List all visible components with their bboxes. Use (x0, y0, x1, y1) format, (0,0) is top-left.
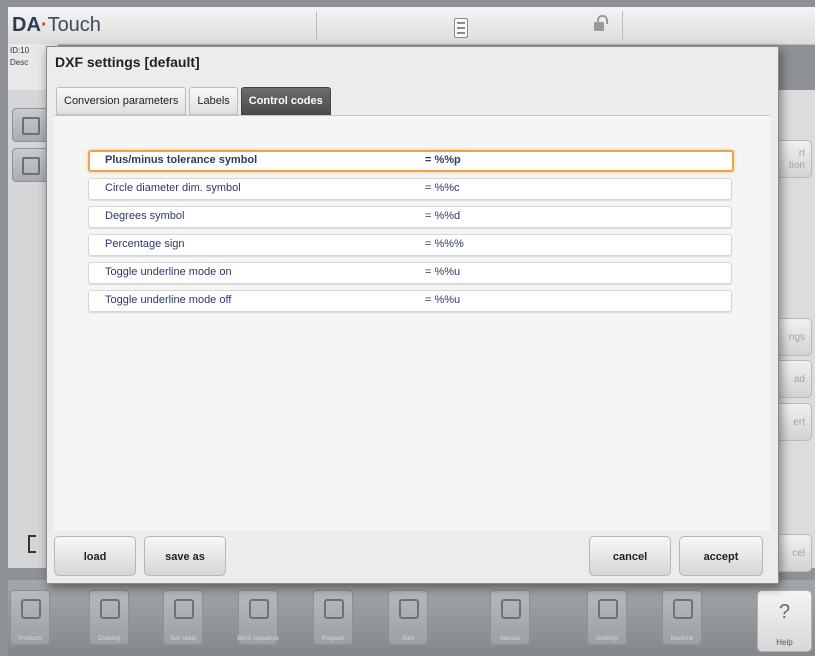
save-as-button[interactable]: save as (144, 536, 226, 576)
toolbar-program[interactable]: Program (313, 590, 353, 645)
hand-icon (501, 599, 521, 619)
settings-list-icon (598, 599, 618, 619)
question-mark-icon: ? (778, 601, 791, 623)
toolbar-auto[interactable]: Auto (388, 590, 428, 645)
dialog-tabs: Conversion parameters Labels Control cod… (56, 87, 331, 115)
list-item-circle-diameter-symbol[interactable]: Circle diameter dim. symbol = %%c (88, 178, 732, 200)
calculator-icon[interactable] (454, 18, 468, 38)
toolbar-tool-setup[interactable]: Tool setup (163, 590, 203, 645)
top-bar-divider (316, 11, 317, 41)
bracket-icon (28, 535, 36, 553)
top-bar: DA·Touch (8, 7, 815, 45)
id-label: ID:10 (10, 46, 30, 55)
list-item-underline-off[interactable]: Toggle underline mode off = %%u (88, 290, 732, 312)
control-codes-panel: Plus/minus tolerance symbol = %%p Circle… (54, 115, 770, 531)
pencil-icon (100, 599, 120, 619)
load-button[interactable]: load (54, 536, 136, 576)
da-touch-logo: DA·Touch (12, 14, 101, 36)
tab-labels[interactable]: Labels (189, 87, 238, 115)
toolbar-bend-sequence[interactable]: Bend sequence (237, 590, 279, 645)
view-3d-button[interactable] (12, 148, 48, 182)
bend-sequence-icon (249, 599, 269, 619)
top-bar-divider (622, 11, 623, 41)
desc-label: Desc (10, 58, 29, 67)
toolbar-products[interactable]: Products (10, 590, 50, 645)
view-2d-button[interactable] (12, 108, 48, 142)
tool-setup-icon (174, 599, 194, 619)
folder-icon (21, 599, 41, 619)
toolbar-manual[interactable]: Manual (490, 590, 530, 645)
list-item-plus-minus-symbol[interactable]: Plus/minus tolerance symbol = %%p (88, 150, 734, 172)
program-icon (324, 599, 344, 619)
cancel-button[interactable]: cancel (589, 536, 671, 576)
machine-icon (673, 599, 693, 619)
unlocked-padlock-icon[interactable] (594, 15, 608, 31)
list-item-percentage-sign[interactable]: Percentage sign = %%% (88, 234, 732, 256)
list-item-underline-on[interactable]: Toggle underline mode on = %%u (88, 262, 732, 284)
toolbar-machine[interactable]: Machine (662, 590, 702, 645)
list-item-degrees-symbol[interactable]: Degrees symbol = %%d (88, 206, 732, 228)
toolbar-drawing[interactable]: Drawing (89, 590, 129, 645)
accept-button[interactable]: accept (679, 536, 763, 576)
dxf-settings-dialog: DXF settings [default] Conversion parame… (46, 46, 779, 584)
tab-conversion-parameters[interactable]: Conversion parameters (56, 87, 187, 115)
help-button[interactable]: ? Help (757, 590, 812, 652)
toolbar-settings[interactable]: Settings (587, 590, 627, 645)
tab-control-codes[interactable]: Control codes (240, 87, 331, 115)
play-icon (399, 599, 419, 619)
dialog-title: DXF settings [default] (55, 54, 200, 70)
